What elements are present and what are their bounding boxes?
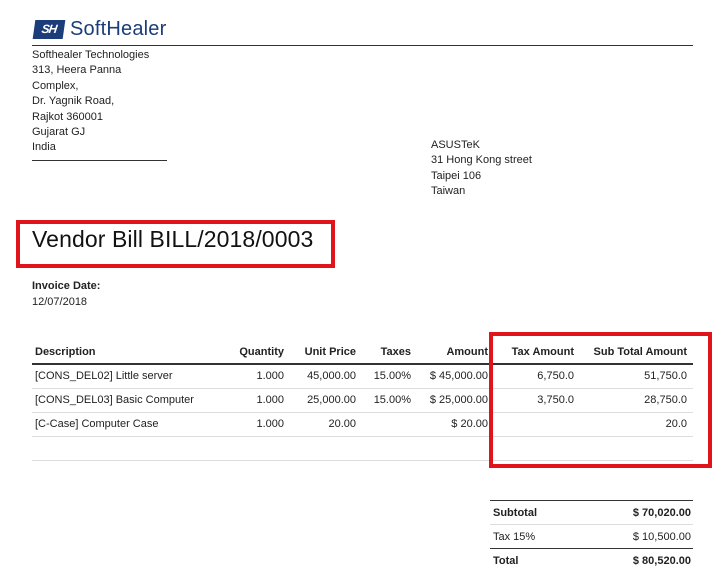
cell-unit-price: 20.00 xyxy=(290,412,362,437)
vendor-line: 31 Hong Kong street xyxy=(431,154,532,167)
header-divider xyxy=(32,45,693,46)
subtotal-row: Subtotal $ 70,020.00 xyxy=(490,500,693,525)
vendor-line: ASUSTeK xyxy=(431,139,480,151)
col-header-description: Description xyxy=(32,340,219,365)
logo-mark: SH xyxy=(32,20,66,39)
invoice-date-label: Invoice Date: xyxy=(32,280,101,292)
cell-amount: $ 25,000.00 xyxy=(417,388,494,413)
tax-value: $ 10,500.00 xyxy=(579,524,693,549)
total-row: Total $ 80,520.00 xyxy=(490,548,693,573)
company-line: 313, Heera Panna Complex, xyxy=(32,64,122,92)
subtotal-label: Subtotal xyxy=(490,500,580,525)
tax-columns-highlight-box xyxy=(489,332,712,468)
vendor-address: ASUSTeK 31 Hong Kong street Taipei 106 T… xyxy=(431,138,532,200)
col-header-amount: Amount xyxy=(417,340,494,365)
cell-quantity: 1.000 xyxy=(219,364,290,389)
company-line: Gujarat GJ xyxy=(32,126,86,139)
cell-description: [CONS_DEL02] Little server xyxy=(32,364,219,389)
col-header-taxes: Taxes xyxy=(362,340,417,365)
cell-description: [CONS_DEL03] Basic Computer xyxy=(32,388,219,413)
cell-quantity: 1.000 xyxy=(219,412,290,437)
col-header-unit-price: Unit Price xyxy=(290,340,362,365)
company-line: Dr. Yagnik Road, xyxy=(32,95,115,108)
cell-amount: $ 20.00 xyxy=(417,412,494,437)
total-value: $ 80,520.00 xyxy=(579,548,693,573)
vendor-line: Taipei 106 xyxy=(431,169,482,182)
vendor-line: Taiwan xyxy=(431,185,466,198)
company-line: Rajkot 360001 xyxy=(32,110,103,123)
total-label: Total xyxy=(490,548,580,573)
cell-description: [C-Case] Computer Case xyxy=(32,412,219,437)
company-address: Softhealer Technologies 313, Heera Panna… xyxy=(32,48,167,161)
cell-unit-price: 25,000.00 xyxy=(290,388,362,413)
totals-table: Subtotal $ 70,020.00 Tax 15% $ 10,500.00… xyxy=(490,500,693,573)
cell-amount: $ 45,000.00 xyxy=(417,364,494,389)
company-logo: SH SoftHealer xyxy=(32,18,167,41)
cell-unit-price: 45,000.00 xyxy=(290,364,362,389)
logo-text: SoftHealer xyxy=(70,18,167,40)
invoice-date-value: 12/07/2018 xyxy=(32,296,88,308)
cell-taxes xyxy=(362,412,417,437)
cell-taxes: 15.00% xyxy=(362,364,417,389)
title-highlight-box xyxy=(16,220,335,268)
cell-taxes: 15.00% xyxy=(362,388,417,413)
company-line: Softhealer Technologies xyxy=(32,49,150,61)
company-line: India xyxy=(32,141,56,154)
tax-row: Tax 15% $ 10,500.00 xyxy=(490,524,693,549)
cell-quantity: 1.000 xyxy=(219,388,290,413)
subtotal-value: $ 70,020.00 xyxy=(579,500,693,525)
tax-label: Tax 15% xyxy=(490,524,580,549)
col-header-quantity: Quantity xyxy=(219,340,290,365)
